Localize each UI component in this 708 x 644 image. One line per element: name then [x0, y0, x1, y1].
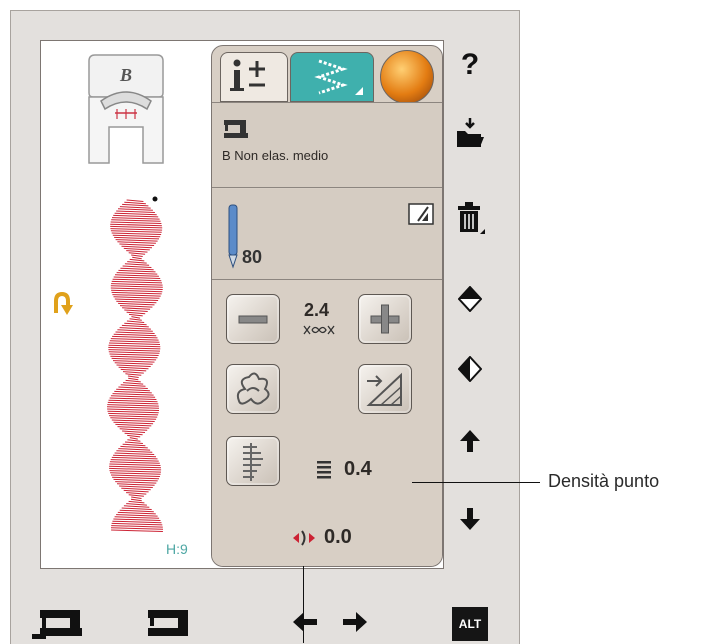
presser-foot-section: B Non elas. medio: [212, 102, 442, 188]
width-increase-button[interactable]: [358, 294, 412, 344]
mirror-horizontal-button[interactable]: [445, 346, 495, 392]
stitch-preview: [106, 196, 164, 532]
arrow-left-icon[interactable]: [292, 610, 318, 634]
mirror-vertical-button[interactable]: [445, 276, 495, 322]
stitch-positioning-button[interactable]: [226, 436, 280, 486]
callout-label: Densità punto: [548, 471, 660, 491]
tab-stitch[interactable]: [290, 52, 374, 102]
presser-foot-down-icon[interactable]: [146, 608, 190, 638]
mirror-horizontal-icon: [458, 356, 482, 382]
zigzag-stitch-icon: [314, 59, 363, 95]
help-button[interactable]: ?: [445, 42, 495, 88]
alt-button[interactable]: ALT: [452, 607, 488, 641]
callout-line: [412, 482, 540, 483]
needle-icon: [228, 204, 238, 269]
minus-icon: [238, 315, 268, 324]
trash-icon: [458, 202, 485, 234]
open-folder-button[interactable]: [445, 110, 495, 156]
foot-letter: B: [119, 65, 132, 85]
info-plus-minus-icon: [230, 59, 265, 91]
arrow-right-icon[interactable]: [342, 610, 368, 634]
stitch-settings-panel: B Non elas. medio 80 2.4 0.4 0.0: [211, 45, 443, 567]
reverse-icon: [51, 291, 73, 326]
stitch-start-dot: [152, 196, 158, 202]
bar-stitch-icon: [243, 443, 263, 481]
stitch-height-label: H:9: [166, 541, 188, 557]
sewing-machine-icon: [224, 120, 248, 138]
width-symbol-icon: [303, 325, 335, 335]
cutter-icon[interactable]: [408, 203, 434, 225]
offset-value: 0.0: [324, 526, 352, 548]
tab-info[interactable]: [220, 52, 288, 102]
mirror-vertical-icon: [458, 286, 482, 312]
tab-orb[interactable]: [380, 50, 434, 104]
offset-icon: [293, 530, 315, 546]
move-down-button[interactable]: [445, 496, 495, 542]
presser-foot-lift-icon[interactable]: [32, 608, 82, 640]
stitch-controls-section: 2.4 0.4 0.0: [212, 282, 442, 566]
stitch-options-button[interactable]: [226, 364, 280, 414]
density-icon: [317, 461, 331, 479]
preview-area: B H:9: [41, 41, 209, 568]
width-decrease-button[interactable]: [226, 294, 280, 344]
arrow-down-icon: [460, 508, 480, 530]
help-icon: ?: [460, 48, 480, 81]
presser-foot-label: B Non elas. medio: [222, 148, 329, 163]
stitch-width-value: 2.4: [304, 300, 330, 320]
callout-line-vertical: [303, 566, 304, 643]
touch-screen: B H:9 B Non elas. medio 80 2.4 0.4 0.0: [40, 40, 444, 569]
presser-foot-icon: B: [87, 53, 165, 165]
arrow-up-icon: [460, 430, 480, 452]
open-folder-icon: [457, 118, 484, 147]
tapering-button[interactable]: [358, 364, 412, 414]
needle-size: 80: [242, 247, 263, 267]
stitch-density-value: 0.4: [344, 458, 372, 480]
tapering-icon: [366, 372, 402, 406]
move-up-button[interactable]: [445, 418, 495, 464]
needle-section: 80: [212, 189, 442, 280]
delete-button[interactable]: [445, 195, 495, 241]
panel-tabs: [212, 46, 442, 104]
stitch-lines: [106, 199, 164, 532]
looped-stitch-icon: [236, 372, 270, 405]
plus-icon: [370, 304, 400, 334]
